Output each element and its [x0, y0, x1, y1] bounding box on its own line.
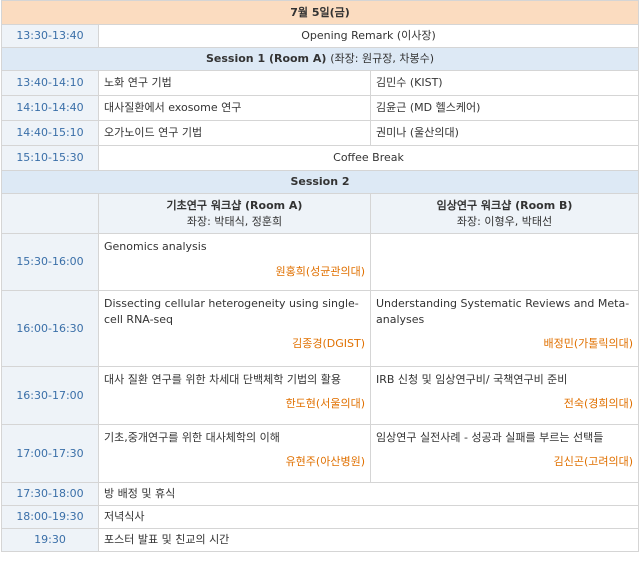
- room-a-title: 기초연구 워크샵 (Room A): [166, 198, 303, 212]
- after-row: 17:30-18:00 방 배정 및 휴식: [1, 482, 640, 506]
- talk-title: 대사질환에서 exosome 연구: [98, 95, 371, 121]
- speaker-name: 유현주(아산병원): [285, 455, 365, 468]
- room-a-talk: 기초,중개연구를 위한 대사체학의 이해 유현주(아산병원): [98, 424, 371, 483]
- session2-row: 16:30-17:00 대사 질환 연구를 위한 차세대 단백체학 기법의 활용…: [1, 366, 640, 425]
- opening-title: Opening Remark (이사장): [97, 24, 640, 48]
- room-a-talk: Genomics analysis 원홍희(성균관의대): [98, 233, 371, 291]
- speaker-name: 원홍희(성균관의대): [275, 265, 365, 278]
- room-b-talk: [369, 233, 640, 291]
- session1-header: Session 1 (Room A) (좌장: 원규장, 차봉수): [0, 47, 640, 71]
- session1-row: 14:10-14:40 대사질환에서 exosome 연구 김윤근 (MD 헬스…: [1, 95, 640, 121]
- session2-header-row: Session 2: [0, 170, 640, 194]
- date-header-row: 7월 5일(금): [0, 0, 640, 25]
- session2-rooms-row: 기초연구 워크샵 (Room A) 좌장: 박태식, 정훈희 임상연구 워크샵 …: [1, 193, 640, 234]
- talk-title: Dissecting cellular heterogeneity using …: [104, 297, 359, 326]
- talk-title: Understanding Systematic Reviews and Met…: [376, 297, 630, 326]
- room-b-header: 임상연구 워크샵 (Room B) 좌장: 이형우, 박태선: [369, 193, 640, 234]
- after-title: 방 배정 및 휴식: [97, 482, 640, 506]
- time-head-empty: [1, 193, 99, 234]
- time-cell: 19:30: [1, 528, 99, 552]
- after-title: 포스터 발표 및 친교의 시간: [97, 528, 640, 552]
- room-b-talk: IRB 신청 및 임상연구비/ 국책연구비 준비 전숙(경희의대): [369, 366, 640, 425]
- after-title: 저녁식사: [97, 505, 640, 529]
- speaker-name: 김종경(DGIST): [292, 337, 365, 350]
- session1-header-row: Session 1 (Room A) (좌장: 원규장, 차봉수): [0, 47, 640, 71]
- time-cell: 16:00-16:30: [1, 290, 99, 367]
- program-table: 7월 5일(금) 13:30-13:40 Opening Remark (이사장…: [0, 0, 640, 552]
- time-cell: 17:00-17:30: [1, 424, 99, 483]
- speaker-name: 김윤근 (MD 헬스케어): [369, 95, 640, 121]
- session2-row: 17:00-17:30 기초,중개연구를 위한 대사체학의 이해 유현주(아산병…: [1, 424, 640, 483]
- time-cell: 14:40-15:10: [1, 120, 99, 146]
- room-b-title: 임상연구 워크샵 (Room B): [436, 198, 573, 212]
- date-header: 7월 5일(금): [0, 0, 640, 25]
- talk-title: Genomics analysis: [104, 240, 207, 253]
- talk-title: 노화 연구 기법: [98, 70, 371, 96]
- session1-title: Session 1 (Room A): [206, 52, 327, 65]
- time-cell: 16:30-17:00: [1, 366, 99, 425]
- after-row: 19:30 포스터 발표 및 친교의 시간: [1, 528, 640, 552]
- time-cell: 15:30-16:00: [1, 233, 99, 291]
- room-a-chairs: 좌장: 박태식, 정훈희: [186, 214, 283, 228]
- speaker-name: 김민수 (KIST): [369, 70, 640, 96]
- session2-header: Session 2: [0, 170, 640, 194]
- opening-row: 13:30-13:40 Opening Remark (이사장): [1, 24, 640, 48]
- time-cell: 13:40-14:10: [1, 70, 99, 96]
- session1-chairs: (좌장: 원규장, 차봉수): [330, 52, 434, 65]
- talk-title: 임상연구 실전사례 - 성공과 실패를 부르는 선택들: [376, 431, 604, 444]
- session2-row: 16:00-16:30 Dissecting cellular heteroge…: [1, 290, 640, 367]
- room-b-chairs: 좌장: 이형우, 박태선: [456, 214, 553, 228]
- talk-title: 대사 질환 연구를 위한 차세대 단백체학 기법의 활용: [104, 373, 341, 386]
- room-b-talk: 임상연구 실전사례 - 성공과 실패를 부르는 선택들 김신곤(고려의대): [369, 424, 640, 483]
- room-a-talk: 대사 질환 연구를 위한 차세대 단백체학 기법의 활용 한도현(서울의대): [98, 366, 371, 425]
- session1-row: 13:40-14:10 노화 연구 기법 김민수 (KIST): [1, 70, 640, 96]
- room-a-header: 기초연구 워크샵 (Room A) 좌장: 박태식, 정훈희: [98, 193, 371, 234]
- session2-row: 15:30-16:00 Genomics analysis 원홍희(성균관의대): [1, 233, 640, 291]
- time-cell: 15:10-15:30: [1, 145, 99, 171]
- time-cell: 18:00-19:30: [1, 505, 99, 529]
- room-a-talk: Dissecting cellular heterogeneity using …: [98, 290, 371, 367]
- talk-title: 기초,중개연구를 위한 대사체학의 이해: [104, 431, 280, 444]
- speaker-name: 권미나 (울산의대): [369, 120, 640, 146]
- time-cell: 13:30-13:40: [1, 24, 99, 48]
- speaker-name: 전숙(경희의대): [563, 397, 634, 410]
- coffee-row: 15:10-15:30 Coffee Break: [1, 145, 640, 171]
- time-cell: 14:10-14:40: [1, 95, 99, 121]
- speaker-name: 배정민(가톨릭의대): [543, 337, 634, 350]
- after-row: 18:00-19:30 저녁식사: [1, 505, 640, 529]
- coffee-title: Coffee Break: [97, 145, 640, 171]
- speaker-name: 김신곤(고려의대): [553, 455, 634, 468]
- speaker-name: 한도현(서울의대): [285, 397, 365, 410]
- time-cell: 17:30-18:00: [1, 482, 99, 506]
- session1-row: 14:40-15:10 오가노이드 연구 기법 권미나 (울산의대): [1, 120, 640, 146]
- talk-title: 오가노이드 연구 기법: [98, 120, 371, 146]
- talk-title: IRB 신청 및 임상연구비/ 국책연구비 준비: [376, 373, 568, 386]
- room-b-talk: Understanding Systematic Reviews and Met…: [369, 290, 640, 367]
